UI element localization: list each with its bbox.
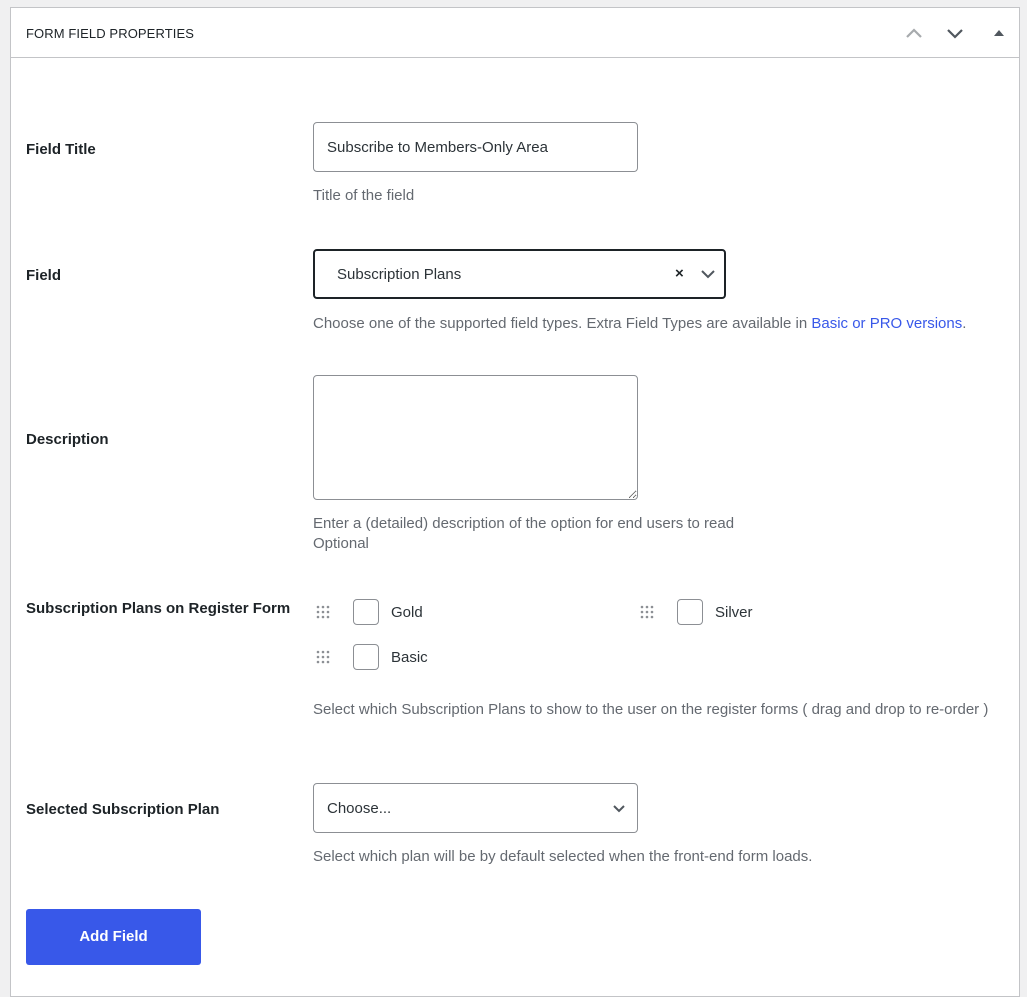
- chevron-down-icon: [947, 29, 963, 39]
- field-type-label: Field: [26, 267, 62, 284]
- add-field-button[interactable]: Add Field: [26, 909, 201, 965]
- selected-plan-help: Select which plan will be by default sel…: [313, 848, 813, 865]
- field-type-select[interactable]: Subscription Plans ×: [313, 249, 726, 299]
- plan-item-basic[interactable]: Basic: [316, 644, 428, 670]
- triangle-up-icon: [994, 30, 1004, 36]
- chevron-down-icon: [611, 801, 627, 821]
- basic-or-pro-versions-link[interactable]: Basic or PRO versions: [811, 315, 962, 332]
- form-field-properties-panel: FORM FIELD PROPERTIES Field Title Title …: [10, 7, 1020, 997]
- selected-plan-label: Selected Subscription Plan: [26, 801, 220, 818]
- plan-checkbox-silver[interactable]: [677, 599, 703, 625]
- description-help: Enter a (detailed) description of the op…: [313, 515, 735, 552]
- plan-label-basic: Basic: [391, 648, 428, 666]
- chevron-up-icon: [906, 28, 922, 38]
- selected-plan-select[interactable]: Choose...: [313, 783, 638, 833]
- move-up-button[interactable]: [903, 22, 925, 44]
- plan-label-gold: Gold: [391, 603, 423, 621]
- field-title-label: Field Title: [26, 141, 96, 158]
- plan-item-silver[interactable]: Silver: [640, 599, 753, 625]
- clear-selection-icon[interactable]: ×: [675, 265, 684, 282]
- plans-on-register-label: Subscription Plans on Register Form: [26, 600, 291, 617]
- field-type-help: Choose one of the supported field types.…: [313, 315, 967, 332]
- description-textarea[interactable]: [313, 375, 638, 500]
- panel-title: FORM FIELD PROPERTIES: [26, 26, 194, 41]
- field-title-help: Title of the field: [313, 187, 415, 204]
- field-type-value: Subscription Plans: [337, 266, 462, 283]
- plan-checkbox-basic[interactable]: [353, 644, 379, 670]
- plan-checkbox-gold[interactable]: [353, 599, 379, 625]
- drag-handle-icon[interactable]: [640, 605, 654, 619]
- plans-on-register-help: Select which Subscription Plans to show …: [313, 701, 989, 718]
- selected-plan-value: Choose...: [327, 800, 392, 817]
- panel-header: FORM FIELD PROPERTIES: [11, 8, 1019, 58]
- toggle-panel-button[interactable]: [988, 22, 1010, 44]
- chevron-down-icon[interactable]: [699, 265, 717, 287]
- plan-item-gold[interactable]: Gold: [316, 599, 423, 625]
- move-down-button[interactable]: [944, 22, 966, 44]
- description-label: Description: [26, 431, 109, 448]
- field-title-input[interactable]: [313, 122, 638, 172]
- drag-handle-icon[interactable]: [316, 605, 330, 619]
- plan-label-silver: Silver: [715, 603, 753, 621]
- drag-handle-icon[interactable]: [316, 650, 330, 664]
